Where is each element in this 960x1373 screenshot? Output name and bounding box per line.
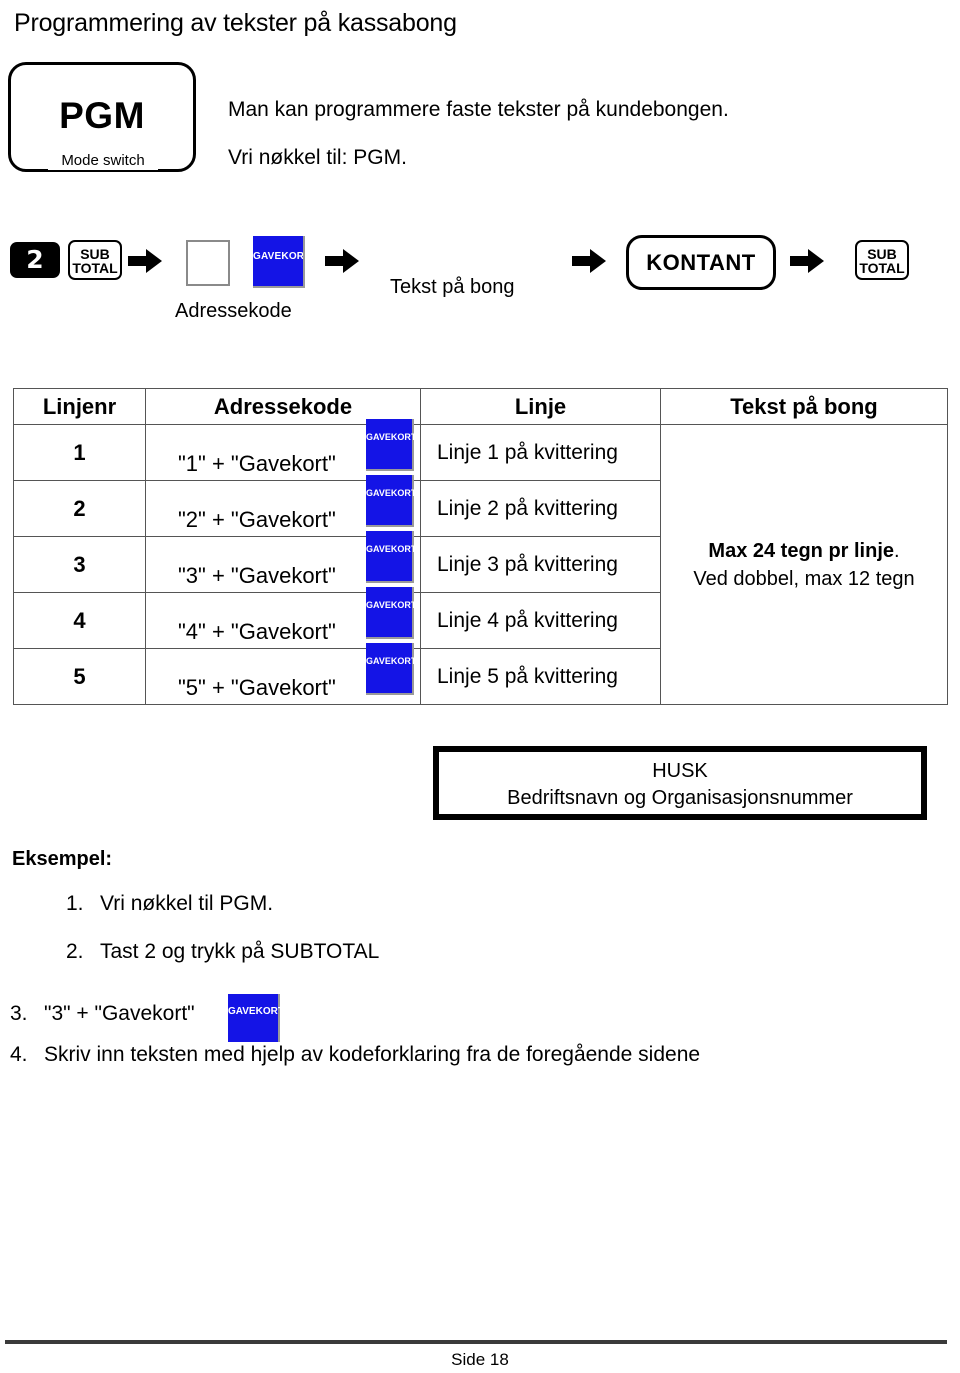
eksempel-step-2: 2. Tast 2 og trykk på SUBTOTAL <box>66 940 379 964</box>
eksempel-step-2-text: Tast 2 og trykk på SUBTOTAL <box>100 940 380 963</box>
footer-page-label: Side 18 <box>451 1350 509 1369</box>
gavekort-key[interactable]: GAVEKORT <box>366 531 416 583</box>
eksempel-step-3-index: 3. <box>10 1002 28 1025</box>
arrow-right-icon <box>572 248 606 274</box>
eksempel-step-1: 1. Vri nøkkel til PGM. <box>66 892 273 916</box>
intro-text: Man kan programmere faste tekster på kun… <box>228 86 729 182</box>
cell-adressekode-text: "3" + "Gavekort" <box>178 562 336 588</box>
eksempel-step-3-text: "3" + "Gavekort" <box>44 1002 195 1025</box>
key-kontant[interactable]: KONTANT <box>626 235 776 290</box>
cell-adressekode: "3" + "Gavekort" GAVEKORT <box>145 531 421 593</box>
tekst-pa-bong-label: Tekst på bong <box>390 276 515 298</box>
eksempel-step-1-index: 1. <box>66 892 84 915</box>
gavekort-key-flow-label: GAVEKORT <box>253 251 305 262</box>
cell-linjenr: 4 <box>13 592 146 649</box>
cell-adressekode-text: "1" + "Gavekort" <box>178 450 336 476</box>
cell-linje: Linje 4 på kvittering <box>420 592 661 649</box>
eksempel-step-3: 3. "3" + "Gavekort" <box>10 1002 195 1026</box>
gavekort-key[interactable]: GAVEKORT <box>366 643 416 695</box>
flow-diagram: 2 SUB TOTAL GAVEKORT Adressekode Tekst p… <box>0 232 960 332</box>
mode-switch-pgm-label: PGM <box>59 95 145 136</box>
intro-line-1: Man kan programmere faste tekster på kun… <box>228 98 729 121</box>
column-header-tekst-pa-bong: Tekst på bong <box>660 388 948 425</box>
cell-adressekode: "2" + "Gavekort" GAVEKORT <box>145 475 421 537</box>
page-title: Programmering av tekster på kassabong <box>14 9 457 37</box>
key-kontant-label: KONTANT <box>646 250 756 275</box>
cell-linje: Linje 5 på kvittering <box>420 648 661 705</box>
footer-divider <box>5 1340 947 1344</box>
eksempel-step-4-text: Skriv inn teksten med hjelp av kodeforkl… <box>44 1043 701 1066</box>
eksempel-heading: Eksempel: <box>12 848 113 870</box>
husk-callout-inner: HUSK Bedriftsnavn og Organisasjonsnummer <box>438 751 922 815</box>
adressekode-key[interactable] <box>186 240 230 286</box>
gavekort-key[interactable]: GAVEKORT <box>366 475 416 527</box>
cell-adressekode: "4" + "Gavekort" GAVEKORT <box>145 587 421 649</box>
husk-subtitle: Bedriftsnavn og Organisasjonsnummer <box>507 787 853 809</box>
eksempel-step-4: 4. Skriv inn teksten med hjelp av kodefor… <box>10 1043 700 1067</box>
table-header-row: Linjenr Adressekode Linje Tekst på bong <box>13 388 948 425</box>
key-subtotal-1-line-1: SUB <box>80 246 110 262</box>
cell-adressekode-text: "2" + "Gavekort" <box>178 506 336 532</box>
adressekode-label: Adressekode <box>175 300 292 322</box>
husk-title: HUSK <box>652 760 708 782</box>
husk-callout-box: HUSK Bedriftsnavn og Organisasjonsnummer <box>433 746 927 820</box>
cell-linje: Linje 3 på kvittering <box>420 536 661 593</box>
eksempel-step-4-index: 4. <box>10 1043 28 1066</box>
cell-adressekode: "5" + "Gavekort" GAVEKORT <box>145 643 421 705</box>
arrow-right-icon <box>128 248 162 274</box>
gavekort-key[interactable]: GAVEKORT <box>366 419 416 471</box>
arrow-right-icon <box>325 248 359 274</box>
note-bold-suffix: . <box>894 539 900 562</box>
key-2-label: 2 <box>26 245 44 274</box>
gavekort-key[interactable]: GAVEKORT <box>366 587 416 639</box>
mode-switch-caption: Mode switch <box>48 152 158 170</box>
eksempel-step-1-text: Vri nøkkel til PGM. <box>100 892 274 915</box>
cell-linjenr: 2 <box>13 480 146 537</box>
column-header-linjenr: Linjenr <box>13 388 146 425</box>
key-subtotal-1[interactable]: SUB TOTAL <box>68 240 122 280</box>
key-subtotal-2-line-2: TOTAL <box>859 260 905 276</box>
column-header-linje: Linje <box>420 388 661 425</box>
gavekort-key[interactable]: GAVEKORT <box>228 994 284 1042</box>
cell-linjenr: 5 <box>13 648 146 705</box>
cell-linjenr: 3 <box>13 536 146 593</box>
key-subtotal-2[interactable]: SUB TOTAL <box>855 240 909 280</box>
key-subtotal-2-line-1: SUB <box>867 246 897 262</box>
intro-line-2: Vri nøkkel til: PGM. <box>228 146 407 169</box>
gavekort-key-flow[interactable]: GAVEKORT <box>253 236 305 288</box>
key-2[interactable]: 2 <box>10 242 60 278</box>
key-subtotal-1-line-2: TOTAL <box>72 260 118 276</box>
eksempel-step-2-index: 2. <box>66 940 84 963</box>
cell-tekst-pa-bong-note: Max 24 tegn pr linje. Ved dobbel, max 12… <box>660 424 948 705</box>
cell-linje: Linje 2 på kvittering <box>420 480 661 537</box>
programming-table: Linjenr Adressekode Linje Tekst på bong … <box>13 388 948 705</box>
cell-linje: Linje 1 på kvittering <box>420 424 661 481</box>
arrow-right-icon <box>790 248 824 274</box>
cell-adressekode: "1" + "Gavekort" GAVEKORT <box>145 419 421 481</box>
note-bold-text: Max 24 tegn pr linje <box>708 539 895 562</box>
cell-adressekode-text: "4" + "Gavekort" <box>178 618 336 644</box>
cell-linjenr: 1 <box>13 424 146 481</box>
note-regular-text: Ved dobbel, max 12 tegn <box>693 567 915 590</box>
table-row: 1 "1" + "Gavekort" GAVEKORT Linje 1 på k… <box>13 419 948 705</box>
cell-adressekode-text: "5" + "Gavekort" <box>178 674 336 700</box>
